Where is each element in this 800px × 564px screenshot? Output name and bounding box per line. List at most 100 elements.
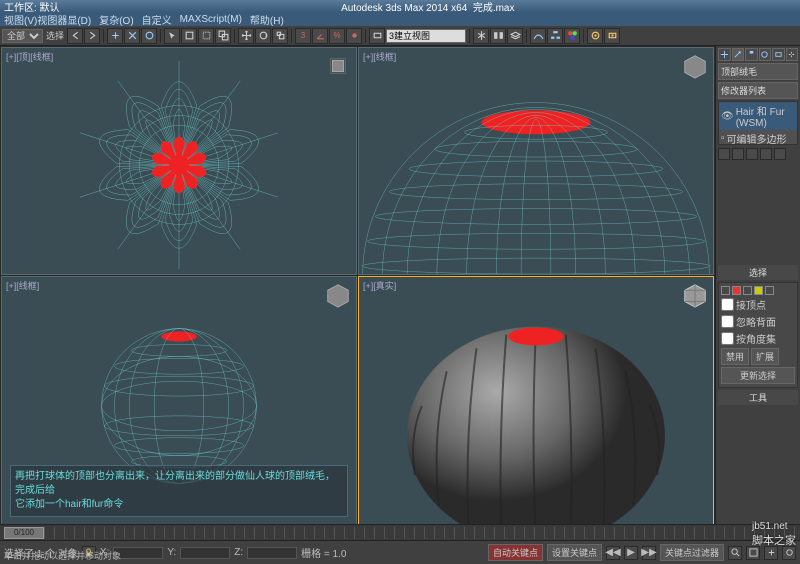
element-subobj-button[interactable] <box>765 286 774 295</box>
coord-y-input[interactable] <box>180 547 230 559</box>
create-tab[interactable] <box>718 48 731 61</box>
viewport-perspective[interactable]: [+][真实] <box>358 276 714 526</box>
viewport-front[interactable]: [+][线框] <box>358 47 714 275</box>
motion-tab[interactable] <box>759 48 772 61</box>
hierarchy-tab[interactable] <box>745 48 758 61</box>
viewport-left[interactable]: [+][线框] 再把打球体的顶部也分离 <box>1 276 357 526</box>
command-panel: 顶部绒毛 修改器列表 👁Hair 和 Fur (WSM) ▫可编辑多边形 选择 … <box>715 46 800 524</box>
viewcube-icon[interactable] <box>324 281 352 309</box>
modifier-stack[interactable]: 👁Hair 和 Fur (WSM) ▫可编辑多边形 <box>718 101 798 145</box>
named-selection-button[interactable] <box>369 28 385 44</box>
by-vertex-checkbox[interactable] <box>721 298 734 311</box>
auto-key-button[interactable]: 自动关键点 <box>488 544 543 561</box>
render-button[interactable] <box>604 28 620 44</box>
menu-item[interactable]: 帮助(H) <box>250 12 284 27</box>
edge-subobj-button[interactable] <box>732 286 741 295</box>
rollout-title[interactable]: 工具 <box>718 390 798 405</box>
update-selection-button[interactable]: 更新选择 <box>721 367 795 384</box>
stack-item[interactable]: ▫可编辑多边形 <box>719 130 797 147</box>
bind-button[interactable] <box>141 28 157 44</box>
coord-z-label: Z: <box>234 547 243 558</box>
rollout-title[interactable]: 选择 <box>718 265 798 280</box>
stack-tools <box>718 147 798 161</box>
border-subobj-button[interactable] <box>743 286 752 295</box>
timeline[interactable]: 0/100 <box>0 524 800 540</box>
coord-y-label: Y: <box>167 547 176 558</box>
viewport-canvas <box>2 48 356 274</box>
menu-item[interactable]: 复杂(O) <box>99 12 133 27</box>
ignore-backfacing-checkbox[interactable] <box>721 315 734 328</box>
viewcube-icon[interactable] <box>681 52 709 80</box>
snap-percent-button[interactable]: % <box>329 28 345 44</box>
unlink-button[interactable] <box>124 28 140 44</box>
time-slider[interactable]: 0/100 <box>4 527 44 539</box>
selection-rollout: 接顶点 忽略背面 按角度集 禁用扩展 更新选择 <box>718 282 798 388</box>
viewport-label: [+][顶][线框] <box>6 50 53 63</box>
layer-button[interactable] <box>507 28 523 44</box>
vertex-subobj-button[interactable] <box>721 286 730 295</box>
menubar[interactable]: 视图(V)视图器显(D) 复杂(O) 自定义 MAXScript(M) 帮助(H… <box>0 12 800 26</box>
next-frame-button[interactable]: ▶▶ <box>642 546 656 560</box>
viewcube-icon[interactable] <box>324 52 352 80</box>
selection-filter-dropdown[interactable]: 全部 <box>2 29 43 43</box>
move-button[interactable] <box>238 28 254 44</box>
stack-item[interactable]: 👁Hair 和 Fur (WSM) <box>719 102 797 130</box>
zoom-button[interactable] <box>728 546 742 560</box>
remove-modifier-button[interactable] <box>760 148 772 160</box>
link-button[interactable] <box>107 28 123 44</box>
set-key-button[interactable]: 设置关键点 <box>547 544 602 561</box>
coord-z-input[interactable] <box>247 547 297 559</box>
curve-editor-button[interactable] <box>530 28 546 44</box>
menu-item[interactable]: MAXScript(M) <box>180 14 242 25</box>
render-setup-button[interactable] <box>587 28 603 44</box>
menu-item[interactable]: 视图(V)视图器显(D) <box>4 12 91 27</box>
viewports-grid: [+][顶][线框] <box>0 46 715 524</box>
material-editor-button[interactable] <box>564 28 580 44</box>
scale-button[interactable] <box>272 28 288 44</box>
titlebar: 工作区: 默认 Autodesk 3ds Max 2014 x64 完成.max <box>0 0 800 12</box>
key-filter-button[interactable]: 关键点过滤器 <box>660 544 724 561</box>
viewport-label: [+][真实] <box>363 279 396 292</box>
menu-item[interactable]: 自定义 <box>142 12 172 27</box>
annotation-overlay: 再把打球体的顶部也分离出来，让分离出来的部分做仙人球的顶部绒毛，完成后给 它添加… <box>10 465 348 517</box>
utilities-tab[interactable] <box>786 48 799 61</box>
show-end-result-button[interactable] <box>732 148 744 160</box>
modifier-list-dropdown[interactable]: 修改器列表 <box>718 82 798 99</box>
command-panel-tabs <box>718 48 798 61</box>
pin-stack-button[interactable] <box>718 148 730 160</box>
select-button[interactable] <box>164 28 180 44</box>
object-name-field[interactable]: 顶部绒毛 <box>718 63 798 80</box>
redo-button[interactable] <box>84 28 100 44</box>
workspace: [+][顶][线框] <box>0 46 800 524</box>
by-angle-label: 按角度集 <box>736 331 776 346</box>
viewcube-icon[interactable] <box>681 281 709 309</box>
make-unique-button[interactable] <box>746 148 758 160</box>
mirror-button[interactable] <box>473 28 489 44</box>
viewport-canvas <box>359 277 713 525</box>
snap-angle-button[interactable] <box>312 28 328 44</box>
snap-3d-button[interactable]: 3 <box>295 28 311 44</box>
prev-frame-button[interactable]: ◀◀ <box>606 546 620 560</box>
play-button[interactable]: ▶ <box>624 546 638 560</box>
shrink-button[interactable]: 禁用 <box>721 348 749 365</box>
modify-tab[interactable] <box>732 48 745 61</box>
schematic-button[interactable] <box>547 28 563 44</box>
configure-sets-button[interactable] <box>774 148 786 160</box>
viewport-label: [+][线框] <box>6 279 39 292</box>
select-region-button[interactable] <box>198 28 214 44</box>
viewport-top[interactable]: [+][顶][线框] <box>1 47 357 275</box>
undo-button[interactable] <box>67 28 83 44</box>
ignore-backfacing-label: 忽略背面 <box>736 314 776 329</box>
rotate-button[interactable] <box>255 28 271 44</box>
snap-spinner-button[interactable] <box>346 28 362 44</box>
named-selection-input[interactable] <box>386 29 466 43</box>
poly-subobj-button[interactable] <box>754 286 763 295</box>
window-crossing-button[interactable] <box>215 28 231 44</box>
select-name-button[interactable] <box>181 28 197 44</box>
mode-label: 选择 <box>44 29 66 42</box>
display-tab[interactable] <box>772 48 785 61</box>
timeline-track[interactable]: 0/100 <box>4 527 796 539</box>
by-angle-checkbox[interactable] <box>721 332 734 345</box>
align-button[interactable] <box>490 28 506 44</box>
grow-button[interactable]: 扩展 <box>751 348 779 365</box>
